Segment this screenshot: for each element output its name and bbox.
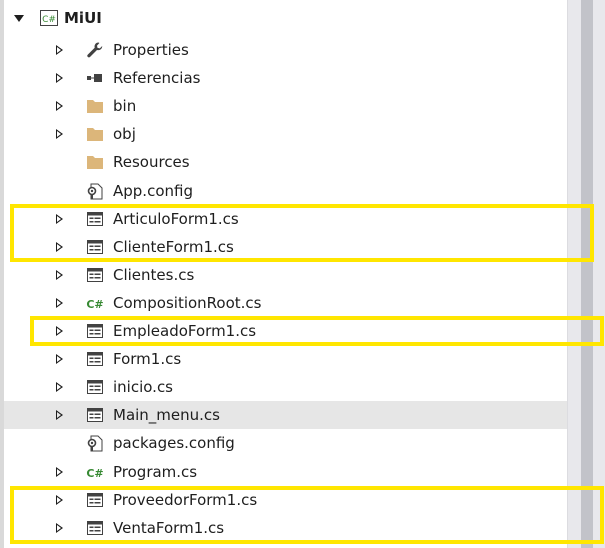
expand-arrow-icon[interactable] [56, 73, 63, 84]
tree-item-label: ArticuloForm1.cs [113, 209, 239, 228]
tree-item-compositionroot-cs[interactable]: C# CompositionRoot.cs [4, 289, 567, 317]
form-icon [86, 210, 104, 228]
tree-item-label: CompositionRoot.cs [113, 293, 262, 312]
folder-icon [86, 97, 104, 115]
tree-item-properties[interactable]: Properties [4, 36, 567, 64]
tree-item-label: EmpleadoForm1.cs [113, 322, 257, 340]
tree-item-main-menu-cs[interactable]: Main_menu.cs [4, 401, 567, 430]
form-icon [86, 406, 104, 424]
expand-arrow-icon[interactable] [56, 354, 63, 365]
tree-item-label: inicio.cs [113, 378, 173, 397]
tree-item-clientes-cs[interactable]: Clientes.cs [4, 261, 567, 289]
expand-arrow-icon[interactable] [56, 326, 63, 336]
tree-item-label: Program.cs [113, 462, 198, 481]
expand-arrow-icon[interactable] [56, 382, 63, 393]
project-node[interactable]: C# MiUI [4, 4, 567, 32]
config-file-icon [86, 182, 104, 200]
form-icon [86, 519, 104, 537]
svg-text:C#: C# [42, 15, 56, 25]
scrollbar-thumb[interactable] [581, 0, 593, 548]
tree-item-resources[interactable]: Resources [4, 148, 567, 176]
tree-item-program-cs[interactable]: C# Program.cs [4, 458, 567, 486]
tree-item-label: obj [113, 125, 136, 144]
form-icon [86, 350, 104, 368]
tree-item-articuloform1-cs[interactable]: ArticuloForm1.cs [4, 205, 567, 233]
tree-item-label: Resources [113, 153, 190, 172]
tree-item-empleadoform1-cs[interactable]: EmpleadoForm1.cs [4, 317, 567, 345]
csharp-file-icon: C# [86, 294, 104, 312]
folder-icon [86, 125, 104, 143]
expand-arrow-icon[interactable] [56, 129, 63, 140]
tree-item-referencias[interactable]: Referencias [4, 64, 567, 92]
expand-arrow-icon[interactable] [56, 213, 63, 224]
tree-item-label: VentaForm1.cs [113, 518, 225, 537]
expand-arrow-icon[interactable] [56, 410, 63, 421]
expand-arrow-icon[interactable] [56, 269, 63, 280]
csharp-project-icon: C# [40, 9, 58, 27]
csharp-file-icon: C# [86, 463, 104, 481]
solution-explorer-tree: C# MiUI Properties Referencias bin obj Resou… [0, 0, 605, 548]
tree-item-ventaform1-cs[interactable]: VentaForm1.cs [4, 514, 567, 542]
tree-item-label: Referencias [113, 69, 201, 88]
tree-item-label: ClienteForm1.cs [113, 237, 234, 256]
tree-item-label: Form1.cs [113, 350, 182, 369]
config-file-icon [86, 434, 104, 452]
svg-text:C#: C# [86, 298, 103, 311]
tree-item-form1-cs[interactable]: Form1.cs [4, 345, 567, 373]
form-icon [86, 266, 104, 284]
tree-item-label: Main_menu.cs [113, 406, 220, 425]
expand-arrow-icon[interactable] [56, 101, 63, 112]
form-icon [86, 238, 104, 256]
tree-item-bin[interactable]: bin [4, 92, 567, 120]
expand-arrow-icon[interactable] [56, 466, 63, 477]
tree-item-label: Clientes.cs [113, 265, 195, 284]
tree-item-label: ProveedorForm1.cs [113, 490, 258, 509]
expand-arrow-icon[interactable] [56, 522, 63, 533]
tree-item-label: packages.config [113, 434, 235, 453]
tree-item-label: App.config [113, 181, 193, 200]
form-icon [86, 322, 104, 340]
tree-item-packages-config[interactable]: packages.config [4, 429, 567, 457]
tree-item-label: Properties [113, 41, 189, 59]
references-icon [86, 69, 104, 87]
form-icon [86, 378, 104, 396]
project-name: MiUI [64, 9, 102, 27]
expand-arrow-icon[interactable] [56, 241, 63, 252]
tree-item-inicio-cs[interactable]: inicio.cs [4, 373, 567, 401]
svg-text:C#: C# [86, 467, 103, 480]
tree-item-proveedorform1-cs[interactable]: ProveedorForm1.cs [4, 486, 567, 514]
wrench-icon [86, 41, 104, 59]
expand-arrow-icon[interactable] [56, 494, 63, 505]
expand-arrow-icon[interactable] [56, 45, 63, 55]
tree-item-clienteform1-cs[interactable]: ClienteForm1.cs [4, 233, 567, 261]
folder-icon [86, 153, 104, 171]
tree-item-label: bin [113, 97, 137, 116]
tree-item-app-config[interactable]: App.config [4, 177, 567, 205]
expand-arrow-icon[interactable] [56, 297, 63, 308]
tree-item-obj[interactable]: obj [4, 120, 567, 148]
form-icon [86, 491, 104, 509]
collapse-arrow-icon[interactable] [14, 15, 24, 22]
